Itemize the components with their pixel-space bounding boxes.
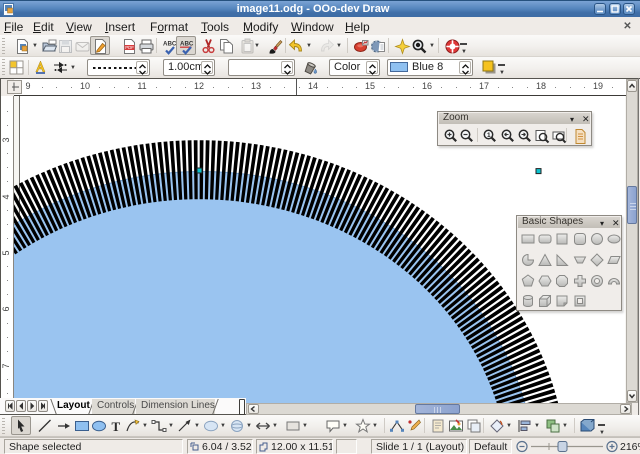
svg-text:ABC: ABC (180, 41, 194, 48)
svg-text:T: T (112, 419, 121, 434)
svg-text:1: 1 (487, 132, 491, 139)
svg-text:PDF: PDF (125, 45, 134, 50)
svg-text:ABC: ABC (163, 41, 177, 48)
